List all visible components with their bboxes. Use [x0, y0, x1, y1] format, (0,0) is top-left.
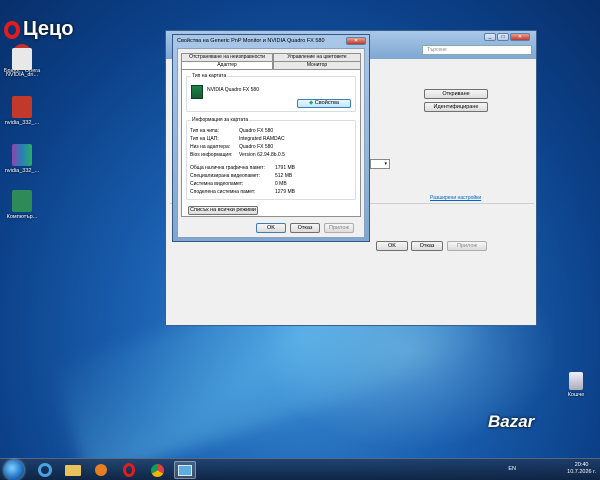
computer-icon	[12, 190, 32, 212]
card-info-group: Информация за картата Тип на чипа: Quadr…	[186, 117, 356, 200]
total-memory-value: 1791 MB	[275, 165, 296, 171]
language-indicator[interactable]: EN	[508, 466, 516, 473]
minimize-button[interactable]: _	[484, 33, 496, 41]
desktop-icon-label: Компютър...	[6, 214, 38, 220]
graphics-card-icon	[191, 85, 203, 99]
dialog-apply-button[interactable]: Прилож	[324, 223, 354, 233]
adapter-string-label: Низ на адаптера:	[190, 144, 231, 150]
desktop-icon-nvidia-archive[interactable]: nvidia_332_...	[2, 144, 42, 175]
identify-button[interactable]: Идентифициране	[424, 102, 488, 112]
bios-info-label: Bios информация:	[190, 152, 233, 158]
advanced-settings-link[interactable]: Разширени настройки	[430, 195, 481, 201]
desktop-icon-recycle-bin[interactable]: Кошче	[556, 372, 596, 399]
chrome-icon	[150, 464, 164, 477]
close-button[interactable]: ✕	[510, 33, 530, 41]
system-video-memory-value: 0 MB	[275, 181, 287, 187]
ok-button[interactable]: OK	[376, 241, 408, 251]
archive-icon	[12, 144, 32, 166]
card-type-group-title: Тип на картата	[191, 73, 228, 79]
tab-adapter[interactable]: Адаптер	[181, 61, 273, 69]
dac-type-value: Integrated RAMDAC	[239, 136, 285, 142]
taskbar: EN 20:40 10.7.2026 г.	[0, 458, 600, 480]
clock-date: 10.7.2026 г.	[567, 469, 596, 475]
window-controls: _ □ ✕	[484, 33, 530, 41]
taskbar-chrome[interactable]	[146, 461, 168, 479]
dedicated-memory-label: Специализирана видеопамет:	[190, 173, 260, 179]
shield-icon: ◆	[309, 100, 314, 106]
dialog-title: Свойства на Generic PnP Monitor и NVIDIA…	[177, 38, 325, 44]
adapter-string-value: Quadro FX 580	[239, 144, 274, 150]
dialog-controls: ✕	[346, 37, 366, 45]
desktop-icon-nvidia-driver[interactable]: NVIDIA_dri...	[2, 48, 42, 79]
system-tray: EN 20:40 10.7.2026 г.	[508, 462, 596, 476]
adapter-tab-panel: Тип на картата NVIDIA Quadro FX 580 ◆ Св…	[181, 69, 361, 217]
properties-button[interactable]: ◆ Свойства	[297, 99, 351, 108]
start-button[interactable]	[4, 460, 24, 480]
desktop-icon-nvidia-pdf[interactable]: nvidia_332_...	[2, 96, 42, 127]
clock[interactable]: 20:40 10.7.2026 г.	[567, 462, 596, 476]
card-type-group: Тип на картата NVIDIA Quadro FX 580 ◆ Св…	[186, 73, 356, 112]
adapter-properties-dialog: Свойства на Generic PnP Monitor и NVIDIA…	[172, 34, 370, 242]
search-input[interactable]: Търсене	[422, 45, 532, 55]
dialog-cancel-button[interactable]: Отказ	[290, 223, 320, 233]
dialog-close-button[interactable]: ✕	[346, 37, 366, 45]
recycle-bin-icon	[569, 372, 583, 390]
desktop-icon-computer[interactable]: Компютър...	[2, 190, 42, 221]
shared-memory-label: Споделена системна памет:	[190, 189, 256, 195]
dac-type-label: Тип на ЦАП:	[190, 136, 219, 142]
cancel-button[interactable]: Отказ	[411, 241, 443, 251]
system-video-memory-label: Системна видеопамет:	[190, 181, 244, 187]
taskbar-ie[interactable]	[34, 461, 56, 479]
card-info-group-title: Информация за картата	[191, 117, 250, 123]
tab-row-top: Отстраняване на неизправности Управление…	[181, 53, 361, 61]
folder-icon	[65, 465, 81, 476]
detect-button[interactable]: Откриване	[424, 89, 488, 99]
chip-type-label: Тип на чипа:	[190, 128, 219, 134]
desktop-icon-label: nvidia_332_...	[4, 168, 40, 174]
apply-button[interactable]: Прилож	[447, 241, 487, 251]
desktop-brand: Цецо	[4, 18, 74, 41]
display-settings-icon	[178, 465, 192, 476]
opera-logo-icon	[4, 20, 20, 39]
dropdown-select[interactable]: ▾	[370, 159, 390, 169]
dialog-titlebar: Свойства на Generic PnP Monitor и NVIDIA…	[173, 35, 369, 47]
clock-time: 20:40	[574, 462, 589, 468]
dedicated-memory-value: 512 MB	[275, 173, 293, 179]
tab-color-management[interactable]: Управление на цветовете	[273, 53, 361, 61]
brand-text: Цецо	[23, 18, 74, 40]
taskbar-media-player[interactable]	[90, 461, 112, 479]
media-player-icon	[95, 464, 107, 476]
desktop-icon-label: nvidia_332_...	[4, 120, 40, 126]
taskbar-opera[interactable]	[118, 461, 140, 479]
dialog-body: Отстраняване на неизправности Управление…	[177, 48, 365, 238]
bios-info-value: Version 62.94.8b.0.5	[239, 152, 285, 158]
taskbar-explorer[interactable]	[62, 461, 84, 479]
chip-type-value: Quadro FX 580	[239, 128, 274, 134]
list-all-modes-button[interactable]: Списък на всички режими	[188, 206, 258, 215]
file-icon	[12, 48, 32, 70]
maximize-button[interactable]: □	[497, 33, 509, 41]
desktop-icon-label: Кошче	[567, 392, 585, 398]
taskbar-display-settings[interactable]	[174, 461, 196, 479]
internet-explorer-icon	[38, 463, 52, 477]
properties-button-label: Свойства	[314, 100, 339, 106]
opera-icon	[123, 463, 135, 477]
desktop-icon-label: NVIDIA_dri...	[5, 72, 39, 78]
tab-monitor[interactable]: Монитор	[273, 61, 361, 69]
total-memory-label: Обща налична графична памет:	[190, 165, 265, 171]
pdf-file-icon	[12, 96, 32, 118]
tab-troubleshoot[interactable]: Отстраняване на неизправности	[181, 53, 273, 61]
card-name: NVIDIA Quadro FX 580	[207, 87, 259, 93]
shared-memory-value: 1279 MB	[275, 189, 296, 195]
bazar-watermark: Bazar	[488, 412, 535, 431]
dialog-ok-button[interactable]: OK	[256, 223, 286, 233]
tab-row-bottom: Адаптер Монитор	[181, 61, 361, 69]
